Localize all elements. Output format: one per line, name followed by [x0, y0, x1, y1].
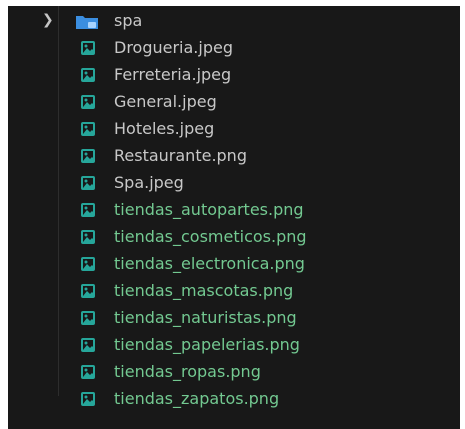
window-frame: ❯ spa Drogueria.jpeg Ferreteria.jpeg Gener… [0, 0, 465, 429]
file-row[interactable]: tiendas_zapatos.png [8, 386, 460, 413]
file-label: tiendas_autopartes.png [114, 200, 304, 219]
file-label: Hoteles.jpeg [114, 119, 215, 138]
image-file-icon [81, 230, 95, 244]
image-file-icon [81, 41, 95, 55]
image-file-icon [81, 68, 95, 82]
file-row[interactable]: Hoteles.jpeg [8, 116, 460, 143]
file-label: Ferreteria.jpeg [114, 65, 232, 84]
folder-label: spa [114, 11, 143, 30]
folder-blue-icon [76, 16, 98, 29]
file-label: tiendas_naturistas.png [114, 308, 297, 327]
file-row[interactable]: Ferreteria.jpeg [8, 62, 460, 89]
file-label: Drogueria.jpeg [114, 38, 233, 57]
file-row[interactable]: General.jpeg [8, 89, 460, 116]
file-explorer-panel: ❯ spa Drogueria.jpeg Ferreteria.jpeg Gener… [8, 6, 460, 429]
file-label: tiendas_papelerias.png [114, 335, 300, 354]
image-file-icon [81, 176, 95, 190]
image-file-icon [81, 338, 95, 352]
file-row[interactable]: tiendas_papelerias.png [8, 332, 460, 359]
chevron-right-icon[interactable]: ❯ [42, 12, 54, 28]
folder-row-clients[interactable]: ❯clients [8, 423, 460, 429]
file-label: General.jpeg [114, 92, 217, 111]
file-label: Spa.jpeg [114, 173, 184, 192]
image-file-icon [81, 122, 95, 136]
file-label: tiendas_electronica.png [114, 254, 305, 273]
image-file-icon [81, 203, 95, 217]
file-row[interactable]: Drogueria.jpeg [8, 35, 460, 62]
file-row[interactable]: tiendas_autopartes.png [8, 197, 460, 224]
file-row[interactable]: tiendas_mascotas.png [8, 278, 460, 305]
file-label: tiendas_mascotas.png [114, 281, 294, 300]
file-row[interactable]: tiendas_electronica.png [8, 251, 460, 278]
image-file-icon [81, 365, 95, 379]
image-file-icon [81, 311, 95, 325]
file-row[interactable]: tiendas_ropas.png [8, 359, 460, 386]
image-file-icon [81, 257, 95, 271]
image-file-icon [81, 284, 95, 298]
file-row[interactable]: tiendas_cosmeticos.png [8, 224, 460, 251]
folder-row-spa[interactable]: ❯ spa [8, 8, 460, 35]
image-file-icon [81, 392, 95, 406]
file-label: tiendas_ropas.png [114, 362, 261, 381]
file-row[interactable]: Restaurante.png [8, 143, 460, 170]
file-label: tiendas_zapatos.png [114, 389, 280, 408]
image-file-icon [81, 149, 95, 163]
file-row[interactable]: tiendas_naturistas.png [8, 305, 460, 332]
file-label: Restaurante.png [114, 146, 247, 165]
image-file-icon [81, 95, 95, 109]
file-label: tiendas_cosmeticos.png [114, 227, 307, 246]
file-row[interactable]: Spa.jpeg [8, 170, 460, 197]
